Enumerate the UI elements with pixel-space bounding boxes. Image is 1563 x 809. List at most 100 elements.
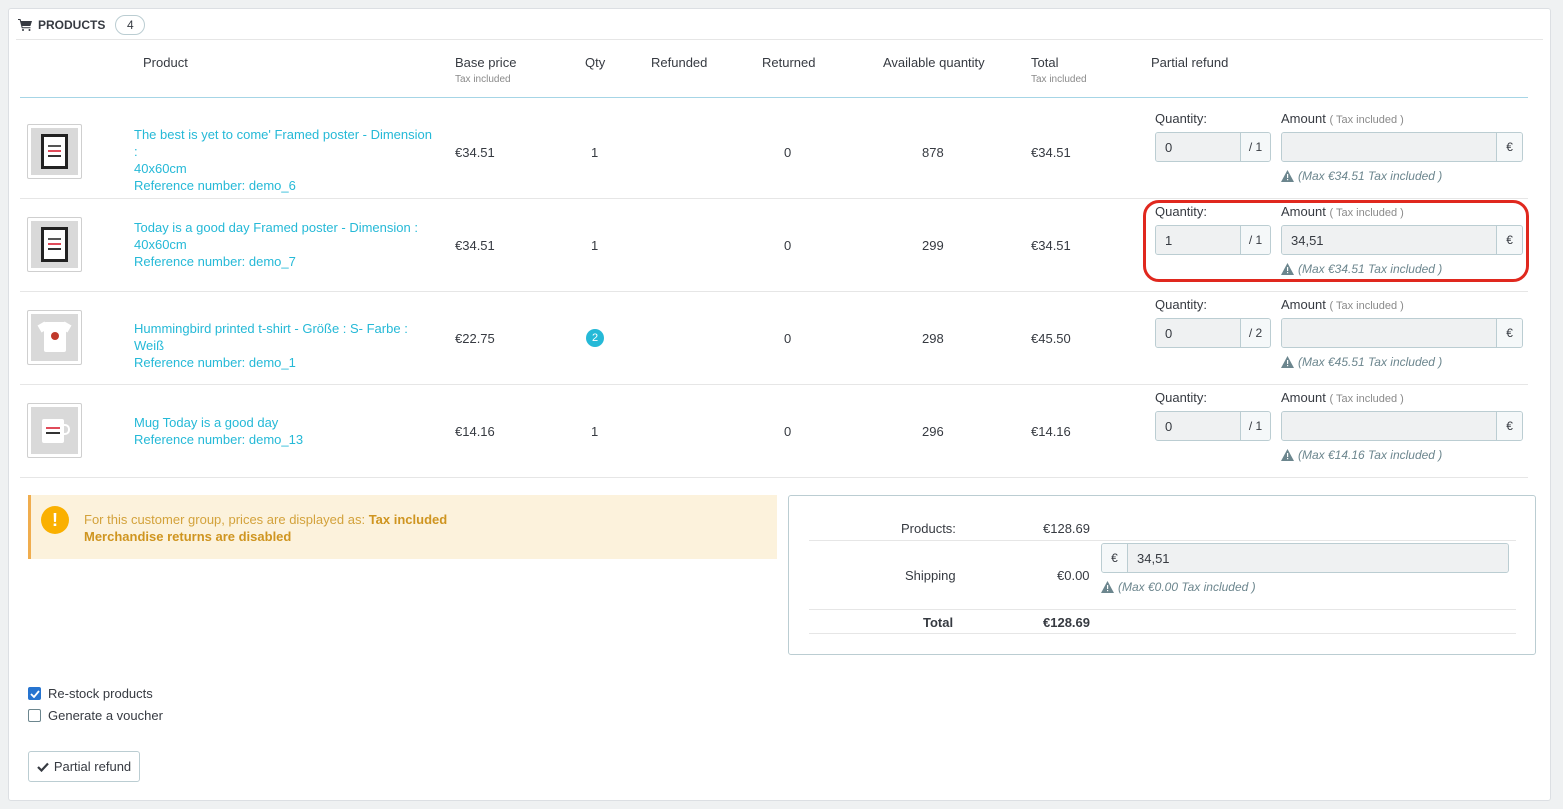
header-refunded: Refunded [651, 55, 708, 70]
shipping-max-text: (Max €0.00 Tax included ) [1118, 580, 1256, 594]
refund-quantity-group: / 2 [1155, 318, 1271, 348]
shipping-label: Shipping [905, 568, 956, 583]
framed-poster-image [31, 221, 78, 268]
alert-line1-bold: Tax included [368, 512, 448, 527]
refund-amount-group: € [1281, 318, 1523, 348]
product-name-link[interactable]: Hummingbird printed t-shirt - Größe : S-… [134, 320, 439, 371]
refund-amount-input[interactable] [1282, 412, 1497, 440]
available-quantity: 296 [922, 424, 944, 439]
base-price: €22.75 [455, 331, 495, 346]
header-product: Product [143, 55, 188, 70]
header-base-price-sub: Tax included [455, 74, 511, 85]
refund-quantity-input[interactable] [1156, 412, 1240, 440]
returned: 0 [784, 238, 792, 253]
refund-amount-input[interactable] [1282, 319, 1497, 347]
row-divider [20, 477, 1528, 478]
products-count-badge: 4 [115, 15, 146, 35]
partial-refund-button[interactable]: Partial refund [28, 751, 140, 782]
grand-total-label: Total [923, 615, 954, 630]
base-price: €34.51 [455, 145, 495, 160]
refund-amount-group: € [1281, 411, 1523, 441]
currency-addon: € [1496, 133, 1522, 161]
voucher-checkbox[interactable] [28, 709, 41, 722]
currency-addon: € [1496, 412, 1522, 440]
product-name-line1[interactable]: Hummingbird printed t-shirt - Größe : S-… [134, 320, 439, 354]
refund-amount-input[interactable] [1282, 133, 1497, 161]
product-name-link[interactable]: Today is a good day Framed poster - Dime… [134, 219, 439, 270]
refund-quantity-max: / 1 [1240, 412, 1270, 440]
row-divider [20, 384, 1528, 385]
shipping-max-note: (Max €0.00 Tax included ) [1101, 580, 1256, 594]
header-total-label: Total [1031, 55, 1059, 70]
restock-checkbox[interactable] [28, 687, 41, 700]
header-returned: Returned [762, 55, 816, 70]
warning-icon [1281, 170, 1294, 182]
check-icon [37, 762, 49, 772]
grand-total-value: €128.69 [1043, 615, 1090, 630]
product-reference[interactable]: Reference number: demo_1 [134, 354, 439, 371]
product-reference[interactable]: Reference number: demo_7 [134, 253, 439, 270]
refund-quantity-max: / 2 [1240, 319, 1270, 347]
totals-panel: Products: €128.69 Shipping €0.00 € (Max … [788, 495, 1536, 655]
alert-text: For this customer group, prices are disp… [84, 511, 447, 545]
shipping-refund-input[interactable] [1128, 544, 1508, 572]
returned: 0 [784, 424, 792, 439]
header-total: Total Tax included [1031, 55, 1087, 85]
qty: 1 [591, 145, 599, 160]
header-available-quantity: Available quantity [883, 55, 985, 70]
refund-amount-group: € [1281, 132, 1523, 162]
heading-divider [16, 39, 1543, 40]
product-thumbnail[interactable] [27, 403, 82, 458]
max-amount-note: (Max €34.51 Tax included ) [1281, 169, 1442, 183]
product-name-line1[interactable]: The best is yet to come' Framed poster -… [134, 126, 439, 160]
max-amount-text: (Max €14.16 Tax included ) [1298, 448, 1443, 462]
refund-amount-label: Amount ( Tax included ) [1281, 111, 1404, 126]
exclamation-icon: ! [41, 506, 69, 534]
totals-divider [809, 633, 1516, 634]
product-name-line2[interactable]: 40x60cm [134, 236, 439, 253]
product-thumbnail[interactable] [27, 124, 82, 179]
restock-option[interactable]: Re-stock products [28, 686, 153, 701]
amount-label-sub: ( Tax included ) [1329, 300, 1404, 312]
product-name-link[interactable]: Mug Today is a good day Reference number… [134, 414, 439, 448]
refund-amount-label: Amount ( Tax included ) [1281, 297, 1404, 312]
refund-quantity-label: Quantity: [1155, 111, 1208, 126]
products-total-value: €128.69 [1043, 521, 1090, 536]
product-thumbnail[interactable] [27, 217, 82, 272]
warning-icon [1101, 581, 1114, 593]
base-price: €14.16 [455, 424, 495, 439]
mug-image [31, 407, 78, 454]
row-divider [20, 291, 1528, 292]
product-name-line1[interactable]: Mug Today is a good day [134, 414, 439, 431]
refund-quantity-input[interactable] [1156, 133, 1240, 161]
product-thumbnail[interactable] [27, 310, 82, 365]
product-reference[interactable]: Reference number: demo_13 [134, 431, 439, 448]
row-total: €14.16 [1031, 424, 1071, 439]
panel-title: Products [38, 18, 106, 32]
refund-quantity-group: / 1 [1155, 132, 1271, 162]
qty: 2 [586, 329, 604, 347]
product-name-line1[interactable]: Today is a good day Framed poster - Dime… [134, 219, 439, 236]
totals-divider [809, 609, 1516, 610]
max-amount-note: (Max €45.51 Tax included ) [1281, 355, 1442, 369]
partial-refund-button-label[interactable]: Partial refund [54, 759, 131, 774]
header-qty: Qty [585, 55, 606, 70]
product-reference[interactable]: Reference number: demo_6 [134, 177, 439, 194]
amount-label-sub: ( Tax included ) [1329, 114, 1404, 126]
alert-line1: For this customer group, prices are disp… [84, 511, 447, 528]
voucher-label[interactable]: Generate a voucher [48, 708, 163, 723]
product-name-line2[interactable]: 40x60cm [134, 160, 439, 177]
currency-addon: € [1496, 319, 1522, 347]
restock-label[interactable]: Re-stock products [48, 686, 153, 701]
refund-quantity-group: / 1 [1155, 411, 1271, 441]
shipping-refund-group: € [1101, 543, 1509, 573]
product-name-link[interactable]: The best is yet to come' Framed poster -… [134, 126, 439, 194]
tax-info-alert: ! For this customer group, prices are di… [28, 495, 777, 559]
max-amount-note: (Max €14.16 Tax included ) [1281, 448, 1442, 462]
available-quantity: 298 [922, 331, 944, 346]
voucher-option[interactable]: Generate a voucher [28, 708, 163, 723]
available-quantity: 878 [922, 145, 944, 160]
max-amount-text: (Max €34.51 Tax included ) [1298, 169, 1443, 183]
amount-label-text: Amount [1281, 297, 1326, 312]
refund-quantity-input[interactable] [1156, 319, 1240, 347]
